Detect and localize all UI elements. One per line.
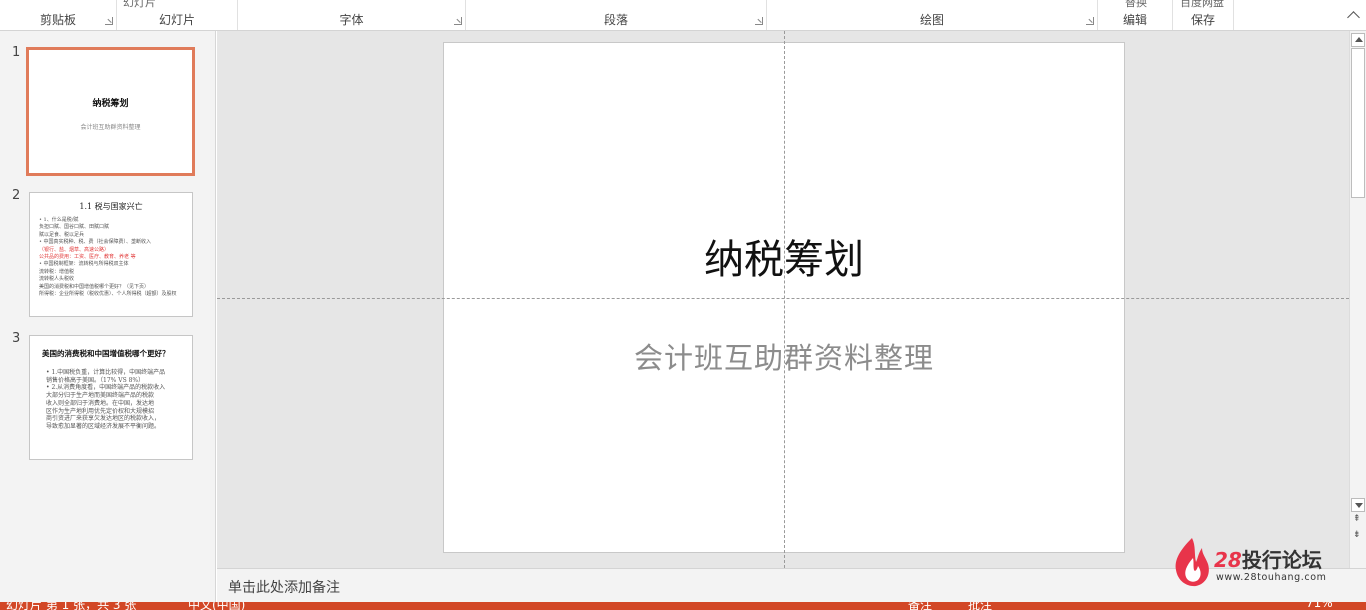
watermark-number: 28 (1214, 548, 1242, 572)
notes-toggle-button[interactable]: 备注 (908, 602, 932, 610)
thumbnail-title: 纳税筹划 (92, 99, 129, 109)
group-label: 幻灯片 (158, 13, 195, 27)
comments-toggle-button[interactable]: 批注 (968, 602, 992, 610)
thumbnail-number: 2 (12, 188, 21, 203)
thumbnail-number: 3 (12, 331, 21, 346)
group-label: 字体 (339, 13, 364, 27)
group-save: 保存 (1173, 0, 1234, 30)
paragraph-launcher-icon[interactable] (755, 17, 763, 25)
slide-editing-area: 纳税筹划 会计班互助群资料整理 (217, 31, 1349, 568)
thumbnail-line: • 2.从消费角度看，中国终端产品的税款收入 (46, 384, 166, 392)
watermark-brand: 28投行论坛 (1214, 544, 1322, 573)
thumbnail-line: 所得税：企业所得税（税收优惠）、个人所得税（超额）及股权 (39, 291, 177, 298)
group-drawing: 绘图 (767, 0, 1098, 30)
watermark-logo: 28投行论坛 www.28touhang.com (1170, 534, 1360, 588)
slide-thumbnail-1[interactable]: 纳税筹划 会计班互助群资料整理 (26, 47, 195, 176)
thumbnail-body: • 1、什么是税/赋 负担口赋、国谷口赋、田赋口赋 赋以足食、税以足兵 • 中国… (30, 212, 192, 298)
zoom-level[interactable]: 71% (1306, 602, 1333, 610)
watermark-url: www.28touhang.com (1216, 572, 1327, 583)
vertical-guide-line[interactable] (784, 31, 785, 568)
thumbnail-line: • 中国真实税种、税、费（社会保障费）、垄断收入 (39, 239, 152, 246)
group-font: 字体 (238, 0, 466, 30)
thumbnail-subtitle: 会计班互助群资料整理 (80, 124, 141, 131)
thumbnail-line: 负担口赋、国谷口赋、田赋口赋 (39, 224, 110, 231)
thumbnail-line: • 中国税制框架：流转税与所得税双主体 (39, 261, 129, 268)
scrollbar-thumb[interactable] (1351, 48, 1365, 198)
thumbnail-line: 商引资进厂来获享欠发达地区的税款收入， (46, 415, 161, 423)
group-label: 绘图 (919, 13, 944, 27)
ribbon: 幻灯片 替换 百度网盘 剪贴板 幻灯片 字体 段落 绘图 编辑 保存 (0, 0, 1366, 31)
watermark-name: 投行论坛 (1241, 548, 1322, 572)
thumbnail-line: 大部分归于生产地而美国终端产品的税款 (46, 392, 155, 400)
collapse-ribbon-icon[interactable] (1347, 11, 1360, 24)
thumbnail-body: • 1.中国税负重，计算比较得，中国终端产品 销售价格高于美国。（17% VS … (30, 359, 192, 431)
thumbnail-line: • 1.中国税负重，计算比较得，中国终端产品 (46, 369, 166, 376)
thumbnail-number: 1 (12, 45, 21, 60)
scroll-up-arrow-icon[interactable] (1351, 33, 1365, 47)
thumbnail-line: 导致愈加显著的区域经济发展不平衡问题。 (46, 422, 161, 430)
font-launcher-icon[interactable] (454, 17, 462, 25)
notes-placeholder[interactable]: 单击此处添加备注 (228, 577, 340, 597)
thumbnail-title: 美国的消费税和中国增值税哪个更好？ (42, 349, 170, 358)
group-editing: 编辑 (1098, 0, 1173, 30)
group-label: 编辑 (1122, 13, 1147, 27)
group-label: 剪贴板 (39, 13, 76, 27)
group-label: 段落 (603, 13, 628, 27)
scroll-down-arrow-icon[interactable] (1351, 498, 1365, 512)
group-slides: 幻灯片 (117, 0, 238, 30)
thumbnail-line: （银行、盐、烟草、高速公路） (39, 246, 110, 253)
slide-thumbnail-3[interactable]: 美国的消费税和中国增值税哪个更好？ • 1.中国税负重，计算比较得，中国终端产品… (29, 335, 193, 460)
thumbnail-line: 收入则全部归于消费地。在中国，发达地 (46, 399, 155, 407)
clipboard-launcher-icon[interactable] (105, 17, 113, 25)
group-paragraph: 段落 (466, 0, 767, 30)
horizontal-guide-line[interactable] (217, 298, 1349, 299)
thumbnail-line: 美国的消费税和中国增值税哪个更好？（见下页） (39, 283, 150, 290)
flame-logo-icon (1175, 538, 1209, 587)
status-slide-info: 幻灯片 第 1 张，共 3 张 (6, 602, 137, 610)
previous-slide-icon[interactable]: ⇞ (1353, 515, 1361, 524)
group-clipboard: 剪贴板 (0, 0, 117, 30)
group-label: 保存 (1190, 13, 1215, 27)
thumbnail-title: 1.1 税与国家兴亡 (79, 202, 143, 211)
status-language[interactable]: 中文(中国) (188, 602, 245, 610)
thumbnail-line: 流转税人头税收 (39, 276, 75, 283)
status-bar: 幻灯片 第 1 张，共 3 张 中文(中国) 备注 批注 71% (0, 602, 1366, 610)
vertical-scrollbar[interactable]: ⇞ ⇟ (1349, 31, 1366, 568)
slide-thumbnail-pane: 1 纳税筹划 会计班互助群资料整理 2 1.1 税与国家兴亡 • 1、什么是税/… (0, 31, 216, 602)
slide-thumbnail-2[interactable]: 1.1 税与国家兴亡 • 1、什么是税/赋 负担口赋、国谷口赋、田赋口赋 赋以足… (29, 192, 193, 317)
drawing-launcher-icon[interactable] (1086, 17, 1094, 25)
